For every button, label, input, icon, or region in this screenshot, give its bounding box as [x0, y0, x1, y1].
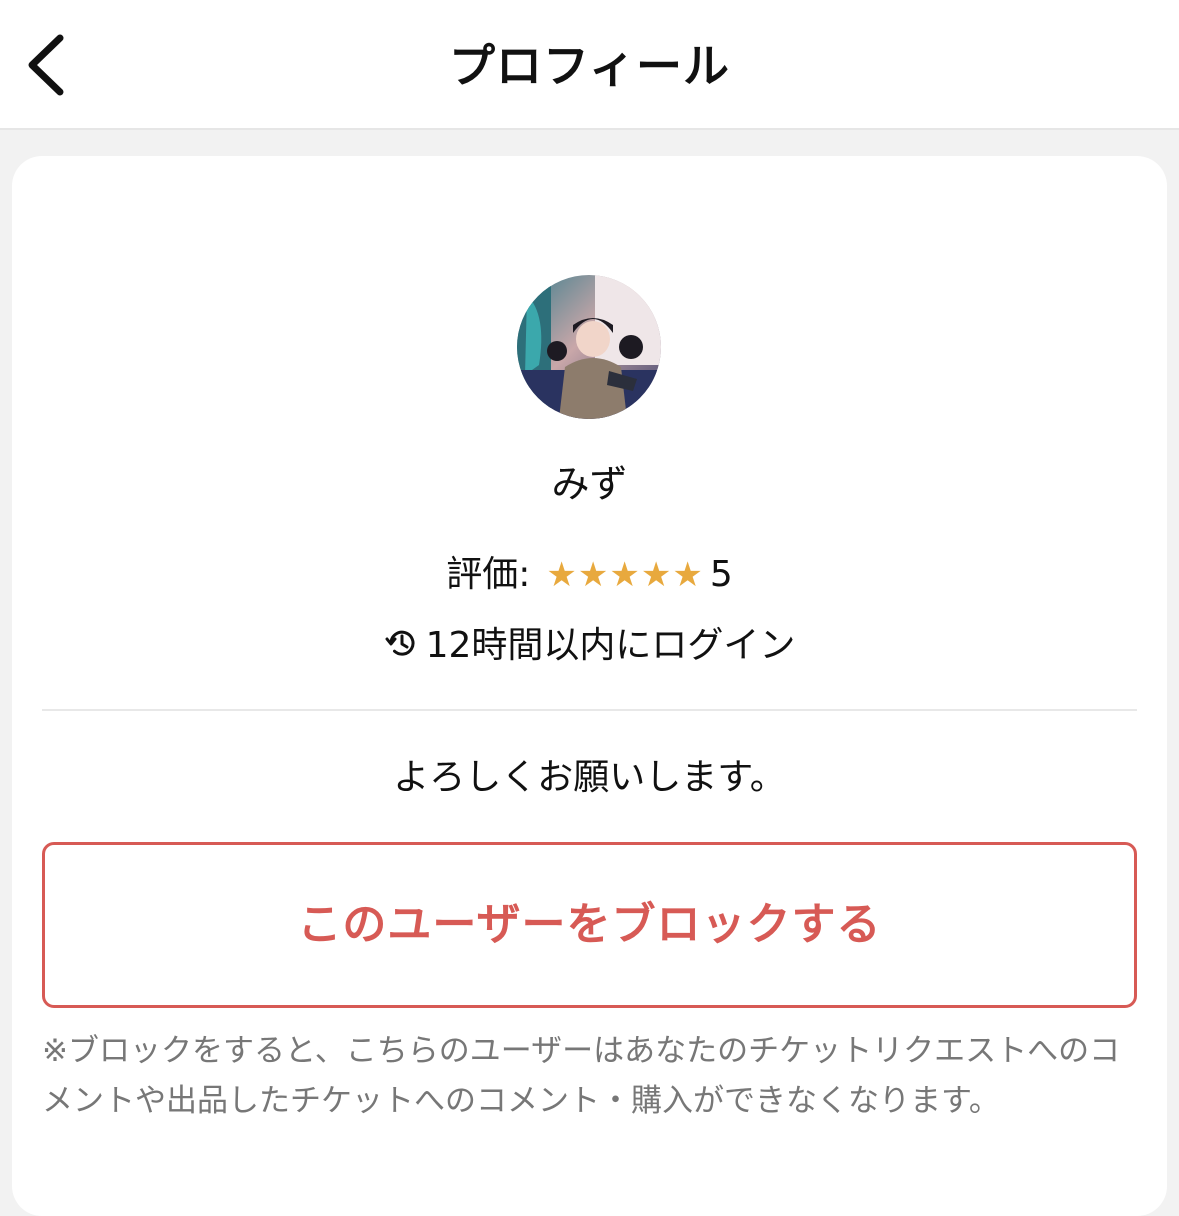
username: みず: [551, 462, 628, 506]
history-icon: [385, 630, 415, 656]
page-title: プロフィール: [448, 39, 731, 93]
rating-row: 評価: ★★★★★ 5: [12, 548, 1167, 602]
avatar[interactable]: [517, 275, 661, 419]
app-header: プロフィール: [0, 0, 1179, 130]
bio-text: よろしくお願いします。: [393, 757, 786, 798]
rating-stars: ★★★★★: [546, 555, 704, 595]
divider: [42, 709, 1137, 711]
block-note: ※ブロックをすると、こちらのユーザーはあなたのチケットリクエストへのコメントや出…: [42, 1033, 1121, 1119]
rating-value: 5: [709, 554, 733, 595]
last-login-row: 12時間以内にログイン: [12, 618, 1167, 674]
last-login-text: 12時間以内にログイン: [425, 625, 796, 666]
avatar-image: [517, 275, 661, 419]
profile-card: みず 評価: ★★★★★ 5 12時間以内にログイン よろしくお願いします。 このユ…: [12, 156, 1167, 1216]
block-user-button[interactable]: このユーザーをブロックする: [42, 842, 1137, 1008]
rating-label: 評価:: [446, 554, 531, 595]
